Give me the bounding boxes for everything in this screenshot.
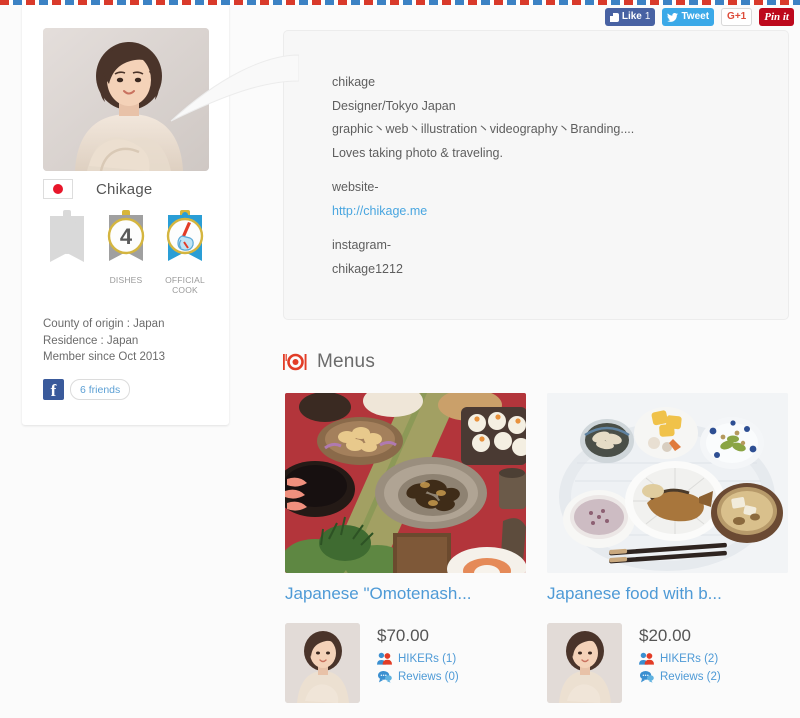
badge-dishes[interactable]: 4 DISHES: [99, 210, 153, 285]
menu-host-avatar[interactable]: [547, 623, 622, 703]
badge-dishes-label: DISHES: [109, 275, 143, 285]
facebook-like-count: 1: [644, 11, 651, 22]
menu-hikers-label: HIKERs (2): [660, 652, 719, 665]
menu-reviews-label: Reviews (2): [660, 670, 721, 683]
menu-photo[interactable]: [547, 393, 788, 573]
menu-body: $20.00 HIKERs (2) Reviews (2): [547, 623, 788, 703]
google-plus-button[interactable]: G+1: [721, 8, 753, 26]
info-member-since: Member since Oct 2013: [43, 351, 166, 363]
pinterest-label: Pin it: [764, 10, 789, 23]
bio-spacer-1: [332, 165, 752, 176]
official-cook-badge-icon: [160, 210, 210, 272]
reviews-icon: [378, 671, 392, 683]
reviews-icon: [640, 671, 654, 683]
menu-price: $20.00: [639, 626, 691, 645]
bio-website-label: website-: [332, 180, 379, 194]
pinterest-pin-button[interactable]: Pin it: [759, 8, 794, 26]
menu-title[interactable]: Japanese "Omotenash...: [285, 583, 526, 605]
badge-official-cook[interactable]: OFFICIAL COOK: [158, 210, 212, 295]
bio-instagram-label: instagram-: [332, 238, 392, 252]
menu-meta: $20.00 HIKERs (2) Reviews (2): [639, 623, 721, 703]
facebook-like-button[interactable]: Like 1: [604, 8, 656, 26]
profile-name: Chikage: [96, 180, 153, 198]
avatar[interactable]: [43, 28, 209, 171]
menu-host-avatar[interactable]: [285, 623, 360, 703]
friends-count-label[interactable]: 6 friends: [70, 379, 131, 400]
menu-reviews[interactable]: Reviews (2): [639, 670, 721, 683]
bio-line-1: chikage: [332, 75, 376, 89]
bio-text: chikage Designer/Tokyo Japan graphic丶web…: [332, 71, 752, 281]
bio-line-3: graphic丶web丶illustration丶videography丶Bra…: [332, 122, 635, 136]
plate-cutlery-icon: [283, 353, 307, 371]
airmail-top-border: [0, 0, 800, 5]
locked-badge-icon: [42, 210, 92, 272]
bio-bubble: chikage Designer/Tokyo Japan graphic丶web…: [170, 30, 789, 320]
facebook-friends[interactable]: f 6 friends: [43, 379, 131, 400]
menu-card[interactable]: Japanese "Omotenash... $70.00 HIKERs (1)…: [285, 393, 526, 703]
facebook-icon: f: [43, 379, 64, 400]
bio-line-4: Loves taking photo & traveling.: [332, 145, 503, 160]
profile-name-row: Chikage: [43, 177, 209, 201]
menu-reviews[interactable]: Reviews (0): [377, 670, 459, 683]
menu-hikers-label: HIKERs (1): [398, 652, 457, 665]
menu-card[interactable]: Japanese food with b... $20.00 HIKERs (2…: [547, 393, 788, 703]
badges-row: 4 DISHES OFFICIAL COOK: [40, 210, 212, 300]
twitter-tweet-button[interactable]: Tweet: [662, 8, 715, 26]
twitter-tweet-label: Tweet: [681, 11, 710, 22]
facebook-like-label: Like: [621, 11, 642, 22]
menu-hikers[interactable]: HIKERs (2): [639, 652, 721, 665]
menus-heading: Menus: [283, 351, 375, 373]
page-root: Like 1 Tweet G+1 Pin it Chikage 4 DISHES…: [0, 5, 800, 718]
bio-website-link[interactable]: http://chikage.me: [332, 204, 427, 218]
menu-reviews-label: Reviews (0): [398, 670, 459, 683]
social-share-bar: Like 1 Tweet G+1 Pin it: [604, 7, 794, 27]
profile-info: County of origin : Japan Residence : Jap…: [43, 316, 219, 366]
hikers-icon: [377, 652, 392, 665]
badge-official-cook-label: OFFICIAL COOK: [165, 275, 205, 295]
menu-photo[interactable]: [285, 393, 526, 573]
menu-price: $70.00: [377, 626, 429, 645]
dishes-badge-value: 4: [120, 224, 133, 249]
twitter-bird-icon: [667, 12, 679, 22]
menu-hikers[interactable]: HIKERs (1): [377, 652, 459, 665]
hikers-icon: [639, 652, 654, 665]
menus-title: Menus: [317, 351, 376, 372]
menu-title[interactable]: Japanese food with b...: [547, 583, 788, 605]
bio-instagram-handle: chikage1212: [332, 261, 403, 276]
badge-locked[interactable]: [40, 210, 94, 275]
japan-flag-icon: [43, 179, 73, 199]
info-origin: County of origin : Japan: [43, 318, 165, 330]
profile-card: Chikage 4 DISHES OFFICIAL COOK County of…: [22, 5, 229, 425]
bio-spacer-2: [332, 223, 752, 234]
menu-body: $70.00 HIKERs (1) Reviews (0): [285, 623, 526, 703]
info-residence: Residence : Japan: [43, 334, 139, 347]
bio-line-2: Designer/Tokyo Japan: [332, 98, 456, 113]
dishes-badge-icon: 4: [101, 210, 151, 272]
thumbs-up-icon: [609, 12, 619, 22]
menu-meta: $70.00 HIKERs (1) Reviews (0): [377, 623, 459, 703]
google-plus-label: G+1: [727, 11, 747, 22]
